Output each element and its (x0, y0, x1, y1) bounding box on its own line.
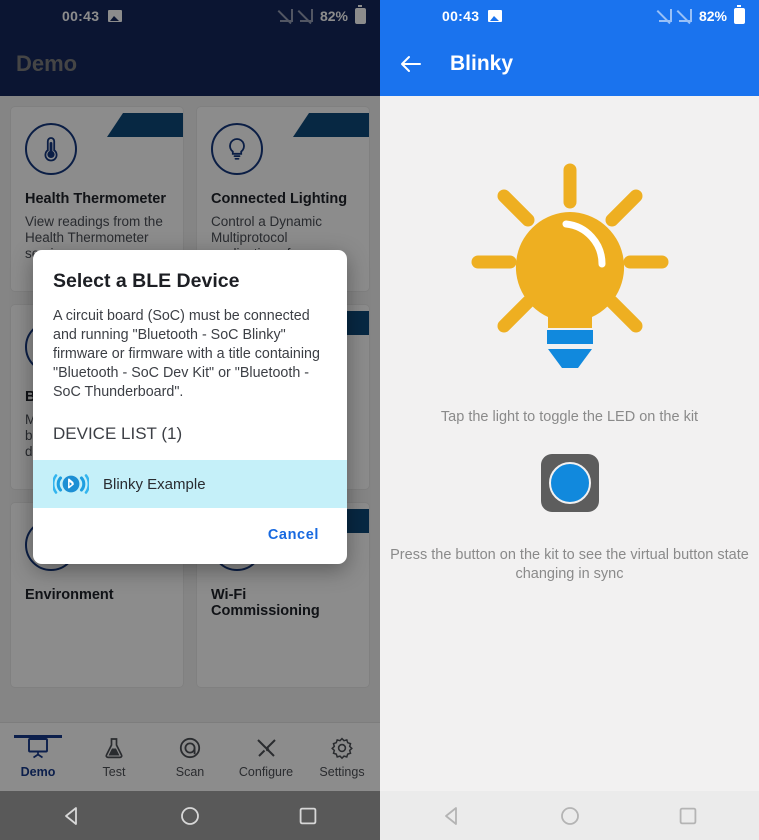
dialog-actions: Cancel (33, 508, 347, 564)
back-triangle-icon[interactable] (442, 806, 462, 826)
back-triangle-icon[interactable] (62, 806, 82, 826)
select-ble-device-dialog: Select a BLE Device A circuit board (SoC… (33, 250, 347, 564)
dialog-title: Select a BLE Device (53, 270, 240, 292)
blinky-content: Tap the light to toggle the LED on the k… (380, 96, 759, 791)
recents-square-icon[interactable] (298, 806, 318, 826)
device-list-label: DEVICE LIST (1) (53, 424, 183, 443)
home-circle-icon[interactable] (560, 806, 580, 826)
status-bar-right: 82% (658, 4, 745, 24)
left-phone-screen: 00:43 82% Demo Health Thermometer View r… (0, 0, 380, 840)
status-bar-left: 00:43 (442, 7, 503, 24)
system-navigation-bar (380, 791, 759, 840)
device-list-item[interactable]: Blinky Example (33, 460, 347, 508)
battery-icon (734, 4, 745, 24)
led-circle-icon (548, 461, 591, 504)
virtual-button-indicator (540, 453, 599, 512)
system-navigation-bar (0, 791, 380, 840)
status-bar: 00:43 82% (380, 0, 759, 31)
recents-square-icon[interactable] (678, 806, 698, 826)
no-signal-icon (678, 9, 692, 22)
status-time: 00:43 (442, 7, 480, 24)
arrow-left-icon[interactable] (398, 51, 424, 77)
no-signal-icon (658, 9, 672, 22)
page-title: Blinky (450, 51, 514, 75)
device-name: Blinky Example (103, 475, 206, 493)
hint-text-bottom: Press the button on the kit to see the v… (390, 546, 749, 583)
bluetooth-signal-icon (53, 474, 89, 494)
lightbulb-toggle[interactable] (460, 158, 680, 378)
cancel-button[interactable]: Cancel (262, 526, 325, 544)
dual-screenshot: 00:43 82% Demo Health Thermometer View r… (0, 0, 759, 840)
dialog-body-text: A circuit board (SoC) must be connected … (53, 308, 320, 400)
battery-percent: 82% (698, 7, 727, 24)
right-phone-screen: 00:43 82% Blinky Tap the light to toggle… (380, 0, 759, 840)
photo-icon (488, 9, 503, 22)
home-circle-icon[interactable] (180, 806, 200, 826)
app-bar: Blinky (380, 31, 759, 96)
hint-text-top: Tap the light to toggle the LED on the k… (440, 409, 699, 425)
dialog-content: Select a BLE Device A circuit board (SoC… (33, 250, 347, 444)
lightbulb-rays-icon (471, 163, 668, 368)
